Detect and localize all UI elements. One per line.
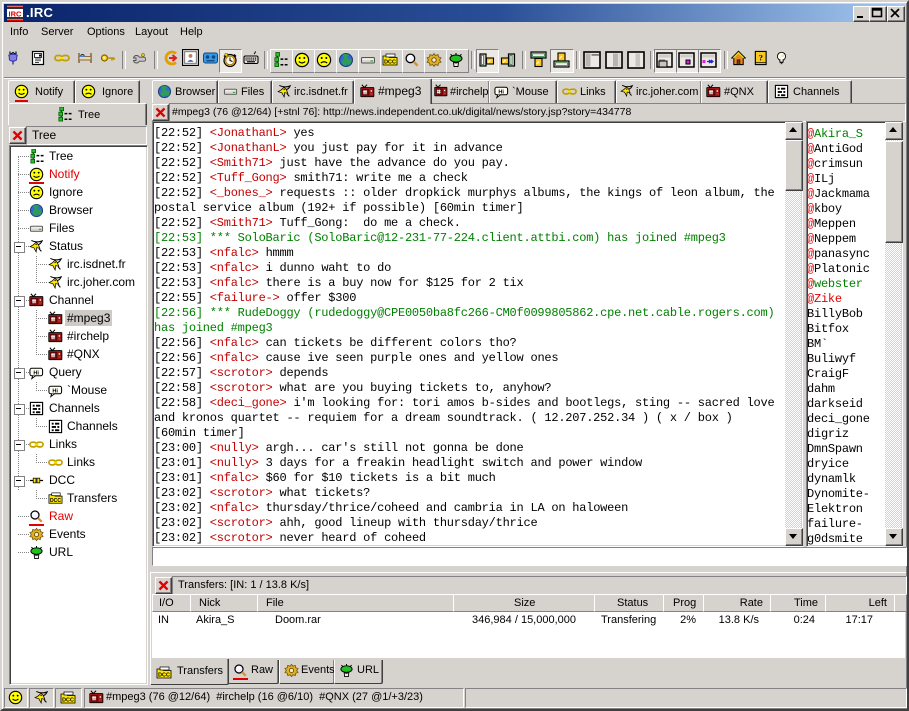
svg-text:IRC: IRC [9,9,23,18]
